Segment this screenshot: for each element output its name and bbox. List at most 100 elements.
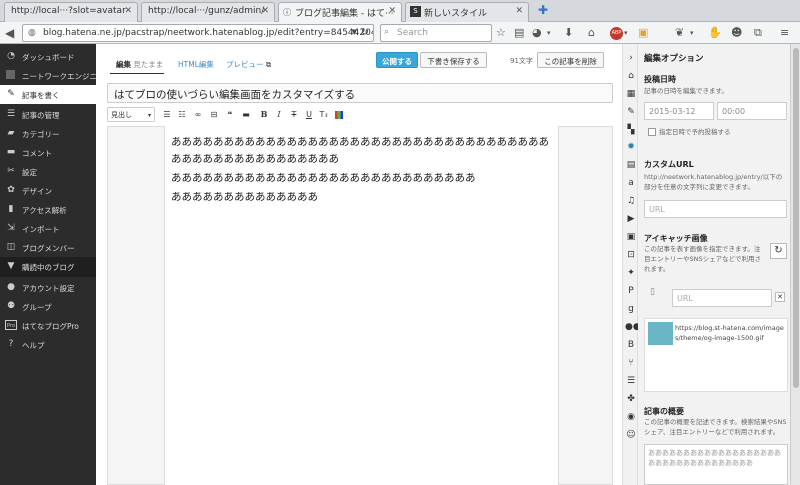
heading-select[interactable]: 見出し ▾ [107,107,155,122]
gear-icon[interactable]: ✹ [625,141,637,153]
amazon-icon[interactable]: a [625,177,637,189]
close-icon[interactable]: ✕ [775,292,785,302]
youtube-icon[interactable]: ▶ [625,213,637,225]
sidebar-item-label: ヘルプ [22,341,45,350]
home-icon[interactable]: ⌂ [625,70,637,82]
browser-tab-2[interactable]: http://local···/gunz/admin/✕ [141,2,275,22]
star-icon[interactable]: ☆ [496,25,506,41]
schedule-checkbox[interactable] [648,128,656,136]
extension-icon[interactable]: ▣ [638,25,648,41]
scrollbar-thumb[interactable] [793,48,799,388]
sidebar-item-category[interactable]: ▰ カテゴリー [0,124,96,143]
new-tab-icon[interactable]: ✚ [538,3,548,17]
horizontal-rule-icon[interactable]: ▬ [240,107,252,122]
reload-icon[interactable]: ↻ [361,27,369,38]
italic-icon[interactable]: I [273,107,285,122]
back-icon[interactable]: ◀ [5,25,14,41]
music-icon[interactable]: ♫ [625,195,637,207]
sidebar-item-subscriptions[interactable]: ▼ 購読中のブログ [0,257,96,277]
color-palette-icon[interactable] [332,107,346,122]
adblock-icon[interactable]: ABP [610,27,623,40]
extension-icon[interactable]: ✋ [708,25,722,41]
eyecatch-url-input[interactable]: URL [672,289,772,307]
eyecatch-preview[interactable]: https://blog.st-hatena.com/images/theme/… [644,318,788,392]
bullet-list-icon[interactable]: ☰ [161,107,173,122]
custom-url-input[interactable]: URL [644,200,787,218]
browser-tab-1[interactable]: http://local···?slot=avatar ✕ [4,2,138,22]
browser-tab-3[interactable]: ⓘ ブログ記事編集 - はて··· ✕ [278,2,402,23]
home-icon[interactable]: ⌂ [588,25,595,41]
sidebar-item-blog[interactable]: ニートワークエンジニア [0,66,96,85]
food-icon[interactable]: ⑂ [625,357,637,369]
document-icon[interactable]: ▤ [625,159,637,171]
sidebar-item-help[interactable]: ? ヘルプ [0,335,96,354]
read-more-icon[interactable]: ⊟ [208,107,220,122]
sidebar-item-comment[interactable]: ▬ コメント [0,143,96,162]
github-icon[interactable]: ◉ [625,411,637,423]
chevron-right-icon[interactable]: › [625,52,637,64]
clipboard-icon[interactable]: ▤ [514,25,524,41]
close-icon[interactable]: ✕ [388,6,396,16]
hatena-bookmark-icon[interactable]: B [625,339,637,351]
sidebar-item-write[interactable]: ✎ 記事を書く [0,85,96,104]
image-icon[interactable]: ⊡ [625,249,637,261]
sidebar-item-group[interactable]: ⚉ グループ [0,297,96,316]
list-icon[interactable]: ☰ [625,375,637,387]
link-icon[interactable]: ∞ [192,107,204,122]
twitter-icon[interactable]: ✦ [625,267,637,279]
browser-tab-4[interactable]: S 新しいスタイル ✕ [405,2,529,22]
evernote-icon[interactable]: ✤ [625,393,637,405]
close-icon[interactable]: ✕ [515,6,523,16]
body-editor[interactable]: ああああああああああああああああああああああああああああああああああああああああ… [164,126,559,485]
publish-button[interactable]: 公開する [376,52,418,68]
pencil-icon[interactable]: ✎ [625,106,637,118]
time-field[interactable]: 00:00 [717,102,787,120]
strikethrough-icon[interactable]: T [288,107,300,122]
url-bar[interactable]: ◍ blog.hatena.ne.jp/pacstrap/neetwork.ha… [22,24,374,42]
emoji-icon[interactable]: ☺ [625,429,637,441]
sidebar-item-manage[interactable]: ☰ 記事の管理 [0,105,96,124]
close-icon[interactable]: ✕ [124,6,132,16]
delete-button[interactable]: この記事を削除 [537,52,604,68]
screenshot-icon[interactable]: ⧉ [754,25,762,41]
download-icon[interactable]: ⬇ [564,25,573,41]
dropdown-icon[interactable]: ▼ [352,28,357,36]
extension-icon[interactable]: ☻ [731,25,742,41]
date-field[interactable]: 2015-03-12 [644,102,714,120]
save-draft-button[interactable]: 下書き保存する [420,52,487,68]
sidebar-item-dashboard[interactable]: ◔ ダッシュボード [0,47,96,66]
calendar-icon[interactable]: ▦ [625,88,637,100]
tab-preview[interactable]: プレビュー ⧉ [226,59,271,70]
sidebar-item-design[interactable]: ✿ デザイン [0,181,96,200]
quote-icon[interactable]: ❝ [224,107,236,122]
title-input[interactable]: はてブロの使いづらい編集画面をカスタマイズする [107,83,613,103]
pocket-icon[interactable]: ◕ [532,25,542,41]
flickr-icon[interactable]: ●● [625,321,641,333]
pixiv-icon[interactable]: P [625,285,637,297]
numbered-list-icon[interactable]: ☷ [176,107,188,122]
sidebar-item-import[interactable]: ⇲ インポート [0,219,96,238]
bold-icon[interactable]: B [258,107,270,122]
underline-icon[interactable]: U [303,107,315,122]
summary-textarea[interactable]: ああああああああああああああああああああああああああああああああああ [644,444,788,485]
google-icon[interactable]: g [625,303,637,315]
sidebar-item-pro[interactable]: Pro はてなブログPro [0,316,96,335]
sidebar-item-analytics[interactable]: ▮ アクセス解析 [0,200,96,219]
font-size-icon[interactable]: T⇕ [317,107,331,122]
chevron-down-icon[interactable]: ▾ [624,25,628,41]
refresh-icon[interactable]: ↻ [770,243,787,259]
sidebar-item-members[interactable]: ◫ ブログメンバー [0,238,96,257]
chevron-down-icon[interactable]: ▾ [690,25,694,41]
extension-icon[interactable]: ❦ [675,25,684,41]
layout-icon[interactable]: ▚ [625,124,637,136]
tab-edit-wysiwyg[interactable]: 編集 見たまま [116,59,163,70]
sidebar-item-settings[interactable]: ✂ 設定 [0,162,96,181]
sidebar-item-account[interactable]: ● アカウント設定 [0,278,96,297]
menu-icon[interactable]: ≡ [780,25,789,41]
chevron-down-icon[interactable]: ▾ [547,25,551,41]
close-icon[interactable]: ✕ [261,6,269,16]
page-scrollbar[interactable] [790,44,800,485]
tab-html-edit[interactable]: HTML編集 [178,59,214,70]
search-input[interactable]: ⌕ Search [380,24,492,42]
photo-icon[interactable]: ▣ [625,231,637,243]
